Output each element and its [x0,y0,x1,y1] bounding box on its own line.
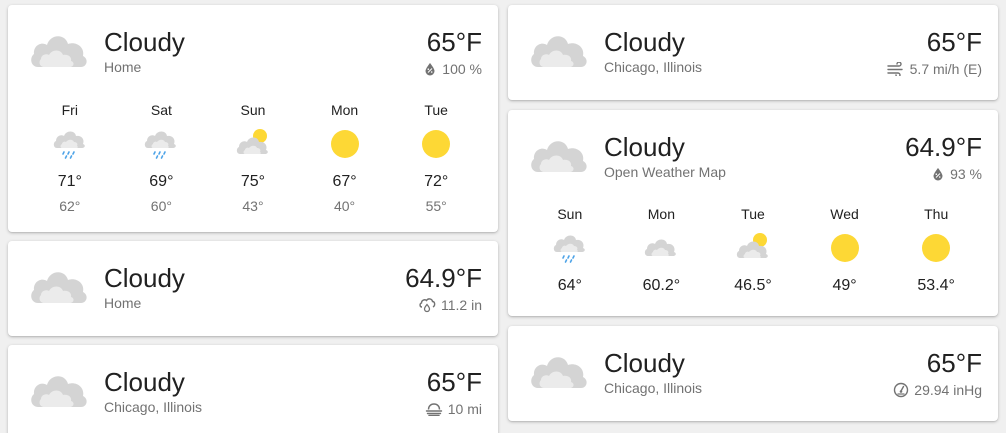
forecast-day-name: Thu [924,206,949,222]
weather-card-home-precipitation[interactable]: Cloudy Home 64.9°F 11.2 in [8,241,498,336]
weather-card-chicago-pressure[interactable]: Cloudy Chicago, Illinois 65°F 29.94 inHg [508,326,998,421]
weather-card-open-weather-map[interactable]: Cloudy Open Weather Map 64.9°F 93 % Sun … [508,110,998,316]
forecast-day: Sun 64° [524,206,616,296]
sunny-icon [330,130,359,158]
sunny-icon [922,234,951,262]
partly-cloudy-icon [736,233,768,258]
sunny-icon [830,234,859,262]
temperature-value: 65°F [426,27,482,57]
forecast-low: 62° [59,198,81,214]
humidity-icon [425,63,435,76]
forecast-row: Sun 64° Mon 60.2° Tue 46.5° Wed 49° Thu … [524,206,982,296]
forecast-high: 53.4° [917,277,955,294]
forecast-high: 69° [149,173,174,190]
forecast-high: 49° [832,277,857,294]
weather-card-chicago-wind[interactable]: Cloudy Chicago, Illinois 65°F 5.7 mi/h (… [508,5,998,100]
wind-attribute: 5.7 mi/h (E) [886,61,982,77]
forecast-day: Mon 60.2° [616,206,708,296]
pressure-value: 29.94 inHg [914,382,982,398]
forecast-day-name: Sat [150,102,172,118]
forecast-day-name: Mon [647,206,675,222]
cloudy-icon [28,365,90,415]
forecast-day: Wed 49° [799,206,891,296]
temperature-value: 65°F [926,348,982,378]
sunny-icon [422,130,451,158]
forecast-day-name: Tue [741,206,765,222]
cloudy-icon [28,261,90,311]
pressure-attribute: 29.94 inHg [893,382,982,398]
precipitation-value: 11.2 in [441,297,482,313]
temperature-value: 64.9°F [905,132,982,162]
temperature-value: 65°F [926,27,982,57]
forecast-day: Tue 72° 55° [390,102,482,215]
precipitation-attribute: 11.2 in [418,297,482,313]
forecast-day-name: Tue [424,102,448,118]
forecast-day: Fri 71° 62° [24,102,116,215]
humidity-value: 93 % [950,166,982,182]
rainy-icon [53,131,85,159]
humidity-value: 100 % [442,61,482,77]
forecast-high: 46.5° [734,277,772,294]
forecast-day-name: Fri [61,102,78,118]
condition-label: Cloudy [104,367,185,397]
cloudy-icon [528,346,590,396]
forecast-low: 55° [425,198,447,214]
visibility-fog-icon [425,403,442,416]
forecast-high: 75° [240,173,266,190]
location-label: Chicago, Illinois [604,59,703,75]
weather-card-chicago-visibility[interactable]: Cloudy Chicago, Illinois 65°F 10 mi [8,345,498,433]
forecast-high: 67° [332,173,357,190]
condition-label: Cloudy [104,27,185,57]
forecast-day-name: Mon [330,102,359,118]
wind-icon [886,62,903,76]
pressure-gauge-icon [894,382,909,398]
visibility-attribute: 10 mi [425,401,482,417]
condition-label: Cloudy [604,348,685,378]
location-label: Open Weather Map [604,164,726,180]
visibility-value: 10 mi [447,401,482,417]
forecast-day-name: Sun [240,102,266,118]
forecast-day-name: Sun [557,206,583,222]
forecast-day-name: Wed [830,206,859,222]
forecast-low: 40° [333,198,356,214]
location-label: Home [104,59,142,75]
location-label: Chicago, Illinois [604,380,703,396]
wind-value: 5.7 mi/h (E) [909,61,982,77]
location-label: Home [104,295,142,311]
humidity-icon [933,168,943,181]
forecast-row: Fri 71° 62° Sat 69° 60° Sun 75° 43° Mon … [24,102,482,215]
forecast-day: Sat 69° 60° [116,102,208,215]
partly-cloudy-icon [236,129,268,154]
rainy-icon [553,235,585,263]
forecast-day: Thu 53.4° [890,206,982,296]
forecast-high: 64° [557,277,582,294]
weather-card-home[interactable]: Cloudy Home 65°F 100 % Fri 71° 62° Sat 6… [8,5,498,232]
humidity-attribute: 100 % [423,61,482,77]
forecast-low: 60° [150,198,172,214]
temperature-value: 65°F [426,367,482,397]
rainy-icon [145,131,177,159]
cloudy-icon [28,25,90,75]
cloudy-icon [528,25,590,75]
cloudy-icon [528,130,590,180]
condition-label: Cloudy [604,27,685,57]
temperature-value: 64.9°F [405,263,482,293]
forecast-day: Tue 46.5° [707,206,799,296]
location-label: Chicago, Illinois [104,399,203,415]
condition-label: Cloudy [104,263,185,293]
forecast-day: Sun 75° 43° [207,102,299,215]
condition-label: Cloudy [604,132,685,162]
forecast-day: Mon 67° 40° [299,102,391,215]
forecast-high: 72° [424,173,449,190]
rain-gauge-icon [419,298,436,313]
forecast-high: 71° [57,173,82,190]
forecast-low: 43° [242,198,264,214]
cloudy-icon [645,239,677,256]
humidity-attribute: 93 % [931,166,982,182]
forecast-high: 60.2° [642,277,681,294]
